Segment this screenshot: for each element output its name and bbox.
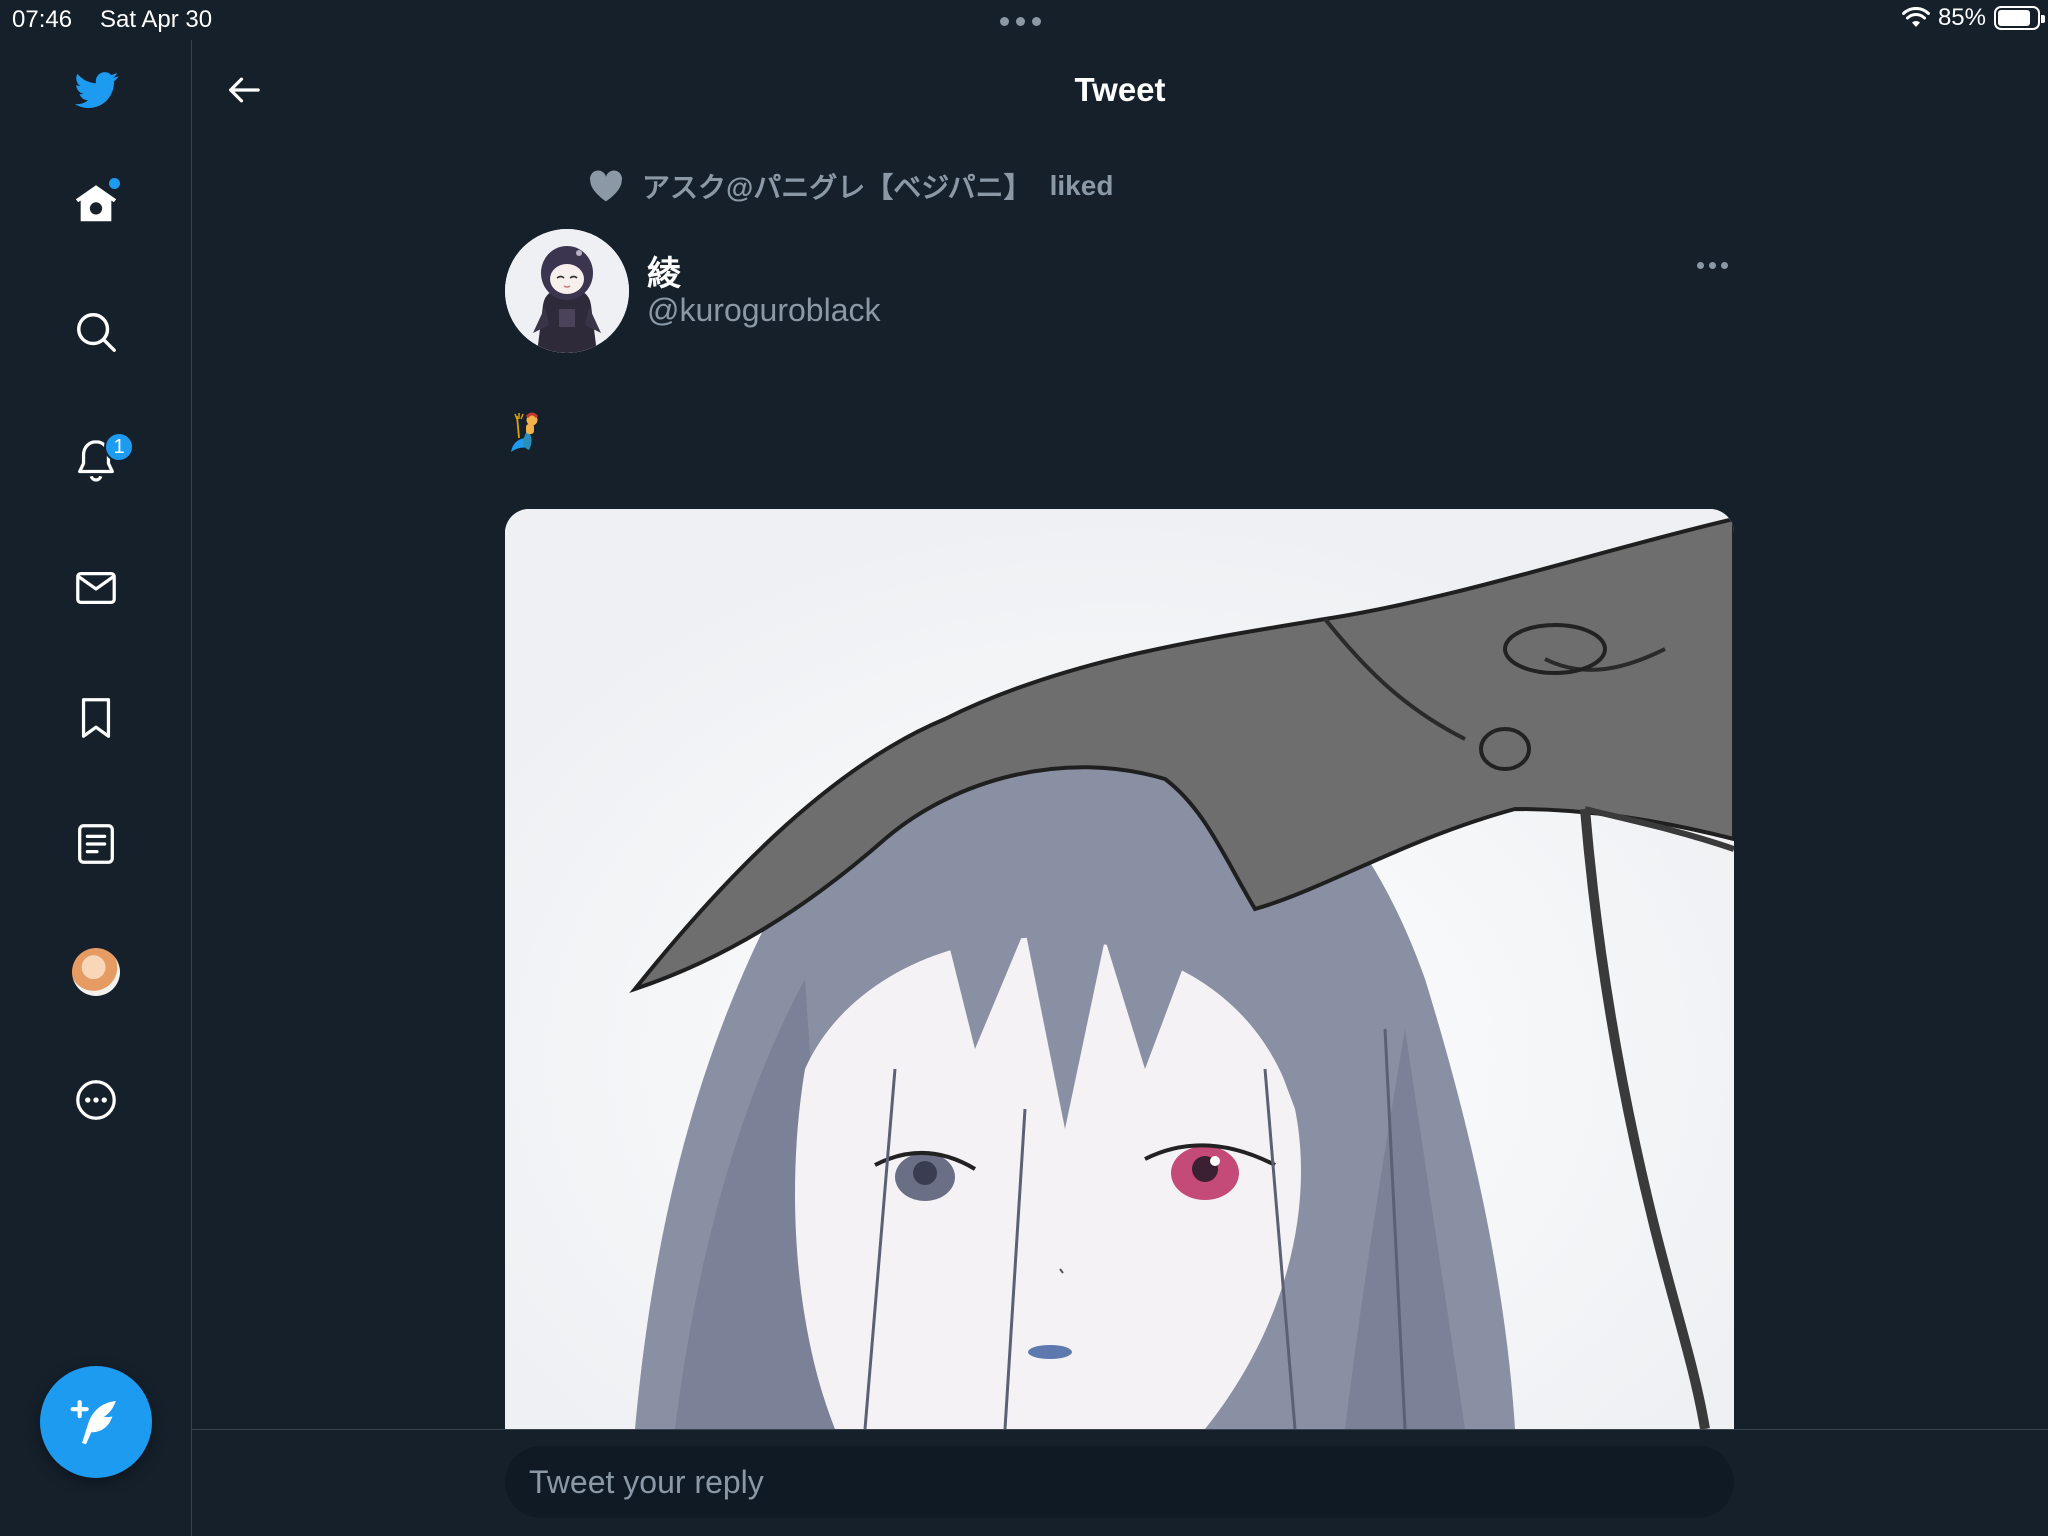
reply-bar xyxy=(192,1429,2048,1536)
mermaid-emoji xyxy=(511,412,539,452)
nav-messages[interactable] xyxy=(60,552,132,624)
nav-bookmarks[interactable] xyxy=(60,682,132,754)
social-context-action: liked xyxy=(1049,170,1114,201)
status-date: Sat Apr 30 xyxy=(100,6,213,33)
tweet-more-button[interactable] xyxy=(1697,262,1728,269)
reply-input[interactable] xyxy=(505,1446,1734,1518)
compose-tweet-button[interactable] xyxy=(40,1366,152,1478)
multitask-dots[interactable] xyxy=(1000,17,1041,26)
status-right: 85% xyxy=(1901,4,2045,32)
heart-icon xyxy=(590,170,622,202)
status-bar: 07:46 Sat Apr 30 85% xyxy=(0,0,2048,40)
app-window: 07:46 Sat Apr 30 85% 1 Tweet アスク@パニグレ【ベジ… xyxy=(0,0,2048,1536)
twitter-logo[interactable] xyxy=(60,54,132,126)
battery-percent: 85% xyxy=(1937,4,1986,31)
nav-home[interactable] xyxy=(60,168,132,240)
sidebar: 1 xyxy=(0,40,192,1536)
social-context-user: アスク@パニグレ【ベジパニ】 xyxy=(642,172,1032,203)
nav-lists[interactable] xyxy=(60,808,132,880)
mail-icon xyxy=(76,571,116,605)
search-icon xyxy=(77,313,116,352)
compose-feather-icon xyxy=(70,1400,116,1445)
author-name[interactable]: 綾 xyxy=(647,246,681,295)
lists-icon xyxy=(78,824,114,864)
author-handle[interactable]: @kuroguroblack xyxy=(647,292,880,329)
author-avatar[interactable] xyxy=(505,229,629,353)
home-new-dot xyxy=(109,178,120,189)
notification-badge: 1 xyxy=(104,432,134,462)
social-context[interactable]: アスク@パニグレ【ベジパニ】 liked xyxy=(588,166,1113,206)
main-column: Tweet アスク@パニグレ【ベジパニ】 liked 綾 @kurogurobl… xyxy=(192,40,2048,1536)
nav-search[interactable] xyxy=(60,296,132,368)
more-circle-icon xyxy=(76,1080,116,1120)
profile-avatar xyxy=(72,948,120,996)
wifi-icon xyxy=(1901,7,1930,27)
battery-icon xyxy=(1994,6,2045,30)
nav-notifications[interactable]: 1 xyxy=(60,424,134,496)
twitter-bird-icon xyxy=(74,72,119,109)
page-title: Tweet xyxy=(1074,71,1166,108)
tweet-media-image[interactable] xyxy=(505,509,1734,1429)
nav-more[interactable] xyxy=(60,1064,132,1136)
nav-profile[interactable] xyxy=(60,936,132,1008)
header: Tweet xyxy=(192,40,2048,140)
bookmark-icon xyxy=(81,698,111,738)
status-time: 07:46 xyxy=(12,6,73,33)
